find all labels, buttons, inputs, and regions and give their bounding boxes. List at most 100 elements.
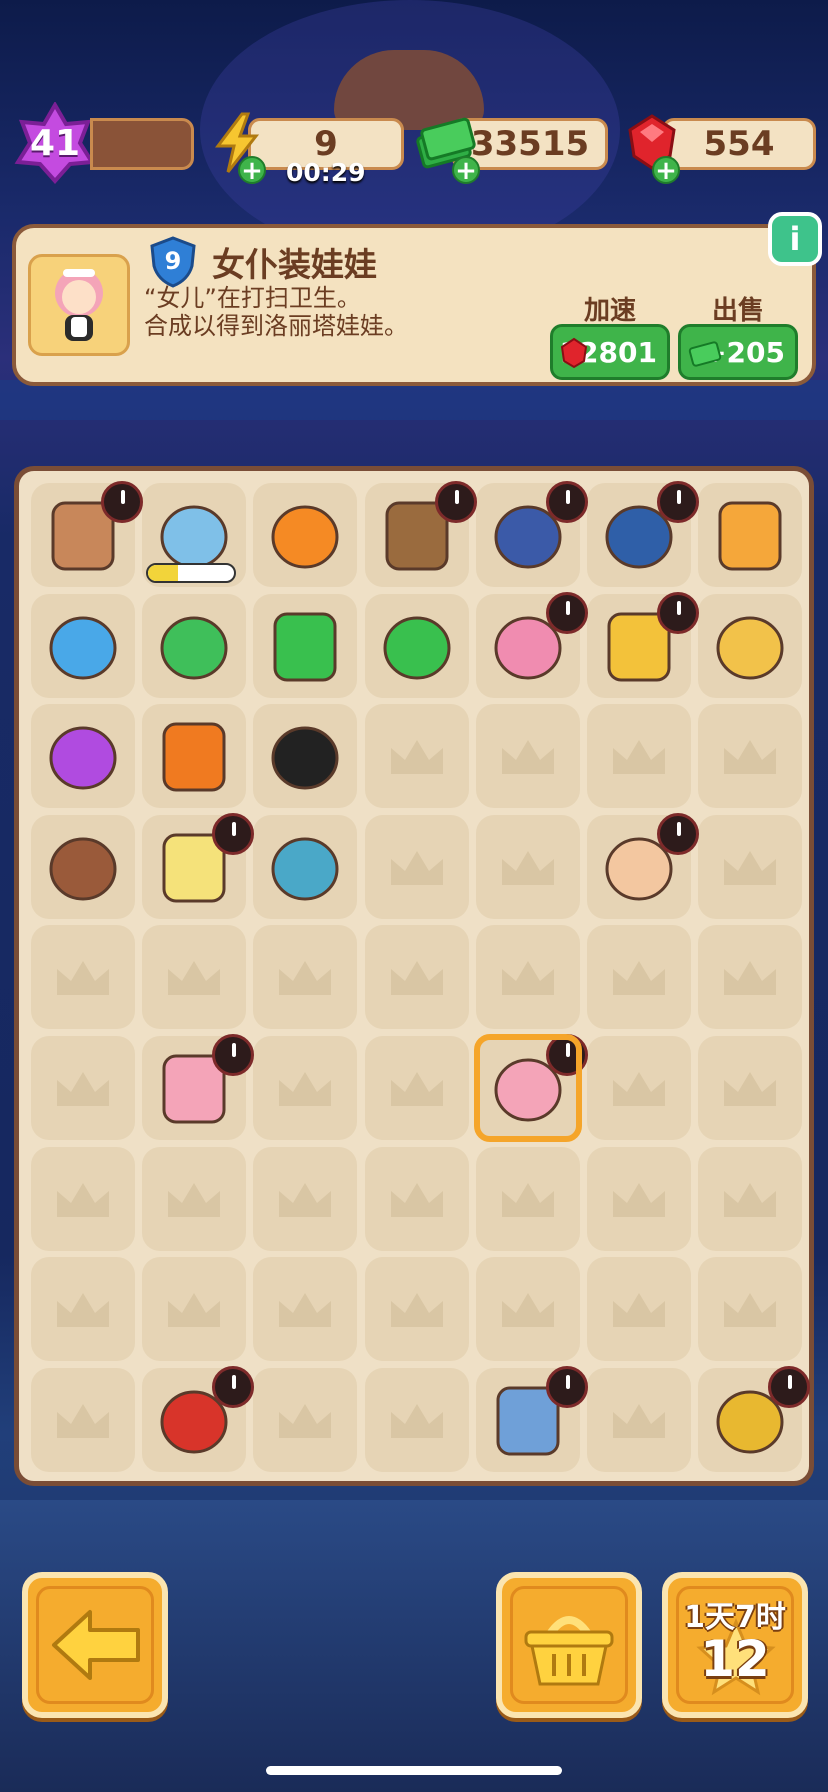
basket-icon bbox=[524, 1616, 614, 1686]
speed-up-button[interactable]: 12801 bbox=[550, 324, 670, 380]
sell-button[interactable]: +205 bbox=[678, 324, 798, 380]
pajamas-icon bbox=[271, 837, 339, 901]
board-cell[interactable] bbox=[475, 925, 580, 1030]
board-cell[interactable] bbox=[31, 1036, 135, 1140]
board-cell[interactable] bbox=[364, 1257, 469, 1362]
chest-icon bbox=[716, 616, 784, 680]
cash-count: 33515 bbox=[470, 124, 590, 164]
level-badge[interactable]: 41 bbox=[14, 102, 96, 184]
empty-slot-crown-icon bbox=[501, 740, 554, 775]
board-cell[interactable] bbox=[31, 1257, 135, 1362]
home-indicator[interactable] bbox=[266, 1766, 562, 1775]
pumpkin-carriage-energy[interactable] bbox=[704, 489, 796, 581]
board-cell[interactable] bbox=[253, 925, 358, 1030]
empty-slot-crown-icon bbox=[168, 961, 221, 996]
empty-slot-crown-icon bbox=[279, 961, 332, 996]
pumpkin-gem-basket[interactable] bbox=[148, 710, 240, 802]
board-cell[interactable] bbox=[364, 704, 469, 809]
board-cell[interactable] bbox=[253, 1367, 358, 1472]
board-cell[interactable] bbox=[587, 1367, 691, 1472]
board-cell[interactable] bbox=[364, 814, 469, 919]
empty-slot-crown-icon bbox=[501, 1293, 554, 1328]
board-cell[interactable] bbox=[31, 925, 135, 1030]
cash-pile[interactable] bbox=[371, 600, 463, 692]
purple-star[interactable] bbox=[37, 710, 129, 802]
board-cell[interactable] bbox=[475, 1146, 580, 1251]
gem-box[interactable]: 554 bbox=[662, 118, 816, 170]
empty-slot-crown-icon bbox=[613, 1403, 665, 1438]
back-button[interactable] bbox=[22, 1572, 168, 1718]
brown-button[interactable] bbox=[37, 821, 129, 913]
empty-slot-crown-icon bbox=[279, 1072, 332, 1106]
empty-slot-crown-icon bbox=[501, 1182, 554, 1217]
cash-stack[interactable] bbox=[259, 600, 351, 692]
selection-highlight bbox=[473, 1034, 582, 1142]
orange-pumpkin[interactable] bbox=[259, 489, 351, 581]
arrow-left-icon bbox=[52, 1610, 140, 1680]
board-cell[interactable] bbox=[142, 925, 247, 1030]
timer-clock-icon bbox=[212, 1034, 255, 1076]
board-cell[interactable] bbox=[475, 704, 580, 809]
add-cash-button[interactable]: + bbox=[452, 156, 480, 184]
plaid-pajamas[interactable] bbox=[259, 821, 351, 913]
board-cell[interactable] bbox=[364, 1367, 469, 1472]
add-energy-button[interactable]: + bbox=[238, 156, 266, 184]
board-cell[interactable] bbox=[698, 1036, 803, 1140]
empty-slot-crown-icon bbox=[390, 961, 443, 996]
board-cell[interactable] bbox=[253, 1036, 358, 1140]
board-cell[interactable] bbox=[364, 1146, 469, 1251]
board-cell[interactable] bbox=[253, 1146, 358, 1251]
board-cell[interactable] bbox=[142, 1257, 247, 1362]
empty-slot-crown-icon bbox=[613, 1182, 665, 1217]
sell-label: 出售 bbox=[712, 296, 765, 326]
board-cell[interactable] bbox=[475, 814, 580, 919]
board-cell[interactable] bbox=[142, 1146, 247, 1251]
empty-slot-crown-icon bbox=[57, 1293, 109, 1328]
board-cell[interactable] bbox=[475, 1257, 580, 1362]
add-gems-button[interactable]: + bbox=[652, 156, 680, 184]
item-info-panel: 9 女仆装娃娃 “女儿”在打扫卫生。 合成以得到洛丽塔娃娃。 i 加速 出售 1… bbox=[12, 212, 822, 386]
event-button[interactable]: 1天7时 12 bbox=[662, 1572, 808, 1718]
empty-slot-crown-icon bbox=[57, 1182, 109, 1217]
info-button[interactable]: i bbox=[768, 212, 822, 266]
item-description: “女儿”在打扫卫生。 合成以得到洛丽塔娃娃。 bbox=[144, 284, 408, 340]
background-stage bbox=[0, 380, 828, 420]
empty-slot-crown-icon bbox=[168, 1293, 221, 1328]
board-cell[interactable] bbox=[698, 925, 803, 1030]
empty-slot-crown-icon bbox=[279, 1182, 332, 1217]
board-cell[interactable] bbox=[587, 925, 691, 1030]
board-cell[interactable] bbox=[698, 1257, 803, 1362]
board-cell[interactable] bbox=[31, 1146, 135, 1251]
pumpkin-icon bbox=[271, 505, 339, 569]
board-cell[interactable] bbox=[587, 704, 691, 809]
empty-slot-crown-icon bbox=[724, 850, 777, 885]
timer-clock-icon bbox=[545, 481, 588, 523]
board-cell[interactable] bbox=[587, 1257, 691, 1362]
basket-button[interactable] bbox=[496, 1572, 642, 1718]
board-cell[interactable] bbox=[587, 1036, 691, 1140]
board-cell[interactable] bbox=[698, 1146, 803, 1251]
empty-slot-crown-icon bbox=[57, 961, 109, 996]
production-progress-fill bbox=[148, 565, 179, 581]
golden-chest-energy[interactable] bbox=[704, 600, 796, 692]
empty-slot-crown-icon bbox=[613, 1293, 665, 1328]
board-cell[interactable] bbox=[364, 1036, 469, 1140]
green-angel-star[interactable] bbox=[148, 600, 240, 692]
board-cell[interactable] bbox=[364, 925, 469, 1030]
board-cell[interactable] bbox=[31, 1367, 135, 1472]
item-name: 女仆装娃娃 bbox=[212, 245, 377, 284]
empty-slot-crown-icon bbox=[501, 961, 554, 996]
board-cell[interactable] bbox=[587, 1146, 691, 1251]
empty-slot-crown-icon bbox=[390, 850, 443, 885]
blue-gem[interactable] bbox=[37, 600, 129, 692]
production-progress-bar bbox=[146, 563, 237, 583]
board-cell[interactable] bbox=[253, 1257, 358, 1362]
empty-slot-crown-icon bbox=[724, 1182, 777, 1217]
empty-slot-crown-icon bbox=[57, 1403, 109, 1438]
board-cell[interactable] bbox=[698, 704, 803, 809]
xp-bar bbox=[90, 118, 194, 170]
rock-shirt-outfit[interactable] bbox=[259, 710, 351, 802]
empty-slot-crown-icon bbox=[390, 1403, 443, 1438]
board-cell[interactable] bbox=[698, 814, 803, 919]
timer-clock-icon bbox=[212, 1365, 255, 1408]
